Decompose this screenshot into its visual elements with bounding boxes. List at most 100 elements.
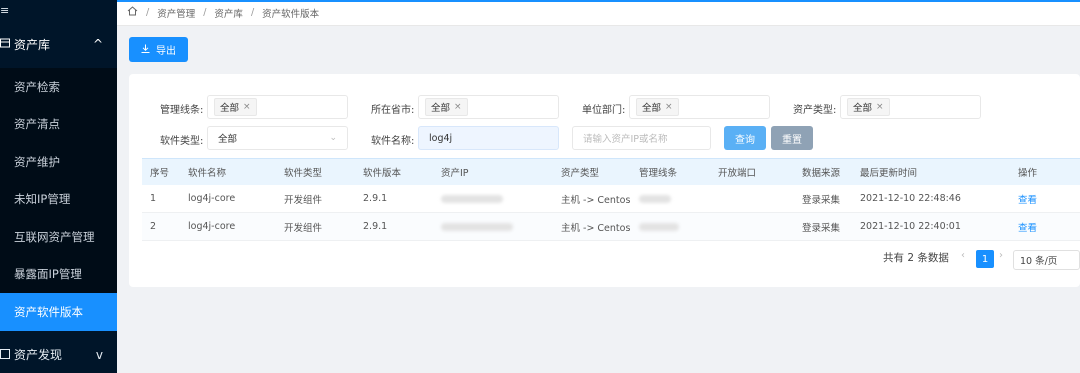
sidebar-item-label: 资产清点 [14, 117, 60, 132]
close-icon[interactable]: × [454, 102, 462, 112]
software-type-label: 软件类型: [160, 136, 204, 147]
sidebar-item-label: 未知IP管理 [14, 192, 71, 207]
col-header-last-updated: 最后更新时间 [860, 168, 918, 179]
sidebar-item-asset-maintenance[interactable]: 资产维护 [0, 143, 117, 181]
query-button[interactable]: 查询 [724, 126, 766, 150]
home-icon[interactable] [127, 6, 138, 19]
col-header-index: 序号 [150, 168, 170, 179]
cell-software-version: 2.9.1 [363, 193, 388, 204]
cell-management-line-redacted [639, 213, 679, 240]
sidebar-section-label: 资产库 [14, 37, 51, 52]
management-line-select[interactable]: 全部 × [207, 95, 348, 119]
cell-software-type: 开发组件 [284, 222, 323, 234]
sidebar-item-label: 资产检索 [14, 79, 60, 94]
cell-data-source: 登录采集 [802, 222, 841, 234]
breadcrumb-item-asset-management[interactable]: 资产管理 [157, 6, 195, 20]
view-link[interactable]: 查看 [1018, 185, 1037, 212]
cell-asset-type: 主机 -> Centos [561, 222, 631, 234]
software-type-value: 全部 [218, 134, 238, 145]
breadcrumb-item-asset-library[interactable]: 资产库 [214, 6, 243, 20]
sidebar-item-internet-assets[interactable]: 互联网资产管理 [0, 218, 117, 256]
chevron-down-icon: v [95, 347, 103, 362]
search-input[interactable]: 请输入资产IP或名称 [572, 126, 711, 150]
cell-asset-ip-redacted [441, 185, 503, 212]
cell-software-type: 开发组件 [284, 194, 323, 206]
province-city-label: 所在省市: [371, 105, 415, 116]
sidebar-item-exposure-ip[interactable]: 暴露面IP管理 [0, 255, 117, 293]
cell-asset-ip-redacted [441, 213, 513, 240]
col-header-management-line: 管理线条 [639, 168, 678, 179]
view-link[interactable]: 查看 [1018, 213, 1037, 240]
col-header-software-name: 软件名称 [188, 168, 227, 179]
sidebar-section-asset-library[interactable]: 资产库 ^ [0, 20, 117, 68]
chevron-down-icon: ⌄ [329, 133, 337, 143]
pagination-total: 共有 2 条数据 [883, 252, 949, 264]
table-row: 1 log4j-core 开发组件 2.9.1 主机 -> Centos 登录采… [142, 185, 1080, 213]
discovery-icon [0, 348, 10, 362]
asset-type-tag: 全部 × [847, 98, 890, 116]
menu-toggle-icon[interactable]: ≡ [0, 0, 117, 20]
cell-index: 2 [150, 221, 157, 232]
asset-type-label: 资产类型: [793, 105, 837, 116]
province-city-tag: 全部 × [425, 98, 468, 116]
sidebar-item-label: 资产维护 [14, 154, 60, 169]
department-label: 单位部门: [582, 105, 626, 116]
col-header-asset-type: 资产类型 [561, 168, 600, 179]
software-name-input[interactable]: log4j [418, 126, 559, 150]
software-name-value: log4j [429, 132, 453, 144]
export-button-label: 导出 [156, 46, 176, 57]
department-select[interactable]: 全部 × [629, 95, 770, 119]
close-icon[interactable]: × [876, 102, 884, 112]
close-icon[interactable]: × [243, 102, 251, 112]
cell-software-version: 2.9.1 [363, 221, 388, 232]
library-icon [0, 37, 10, 51]
sidebar-section-label: 资产发现 [14, 348, 63, 362]
col-header-software-version: 软件版本 [363, 168, 402, 179]
province-city-select[interactable]: 全部 × [418, 95, 559, 119]
cell-index: 1 [150, 193, 157, 204]
search-placeholder: 请输入资产IP或名称 [583, 134, 668, 145]
col-header-software-type: 软件类型 [284, 168, 323, 179]
chevron-left-icon[interactable]: ‹ [961, 250, 965, 261]
cell-last-updated: 2021-12-10 22:40:01 [860, 221, 961, 232]
software-name-label: 软件名称: [371, 136, 415, 147]
reset-button[interactable]: 重置 [771, 126, 813, 150]
sidebar-section-asset-discovery[interactable]: 资产发现 v [0, 331, 117, 373]
table-row: 2 log4j-core 开发组件 2.9.1 主机 -> Centos 登录采… [142, 213, 1080, 241]
sidebar: ≡ 资产库 ^ 资产检索 资产清点 资产维护 未知IP管理 互联网资产管理 暴露… [0, 0, 117, 373]
department-tag: 全部 × [636, 98, 679, 116]
cell-software-name: log4j-core [188, 193, 236, 204]
page-size-select[interactable]: 10 条/页 [1013, 250, 1080, 270]
sidebar-item-asset-inventory[interactable]: 资产清点 [0, 105, 117, 143]
management-line-tag: 全部 × [214, 98, 257, 116]
export-button[interactable]: 导出 [129, 37, 188, 62]
breadcrumb-separator: / [146, 7, 150, 18]
col-header-actions: 操作 [1018, 168, 1038, 179]
breadcrumb-item-current: 资产软件版本 [262, 8, 320, 20]
cell-software-name: log4j-core [188, 221, 236, 232]
col-header-open-ports: 开放端口 [718, 168, 757, 179]
close-icon[interactable]: × [665, 102, 673, 112]
sidebar-item-software-version[interactable]: 资产软件版本 [0, 293, 117, 331]
breadcrumb-separator: / [250, 7, 255, 18]
download-icon [141, 44, 150, 56]
cell-asset-type: 主机 -> Centos [561, 194, 631, 206]
chevron-up-icon: ^ [92, 37, 103, 51]
chevron-right-icon[interactable]: › [999, 250, 1003, 261]
col-header-data-source: 数据来源 [802, 168, 841, 179]
sidebar-item-asset-search[interactable]: 资产检索 [0, 68, 117, 106]
breadcrumb-separator: / [203, 7, 207, 18]
cell-last-updated: 2021-12-10 22:48:46 [860, 193, 961, 204]
software-type-select[interactable]: 全部 ⌄ [207, 126, 348, 150]
sidebar-item-label: 暴露面IP管理 [14, 267, 82, 282]
breadcrumb: / 资产管理 / 资产库 / 资产软件版本 [117, 0, 1080, 26]
sidebar-item-label: 资产软件版本 [14, 304, 83, 319]
pagination-page-1[interactable]: 1 [976, 250, 994, 268]
asset-type-select[interactable]: 全部 × [840, 95, 981, 119]
page-size-value: 10 条/页 [1020, 256, 1058, 267]
sidebar-item-unknown-ip[interactable]: 未知IP管理 [0, 180, 117, 218]
table-header: 序号 软件名称 软件类型 软件版本 资产IP 资产类型 管理线条 开放端口 数据… [142, 158, 1080, 185]
management-line-label: 管理线条: [160, 105, 204, 116]
top-accent-line [117, 0, 1080, 2]
cell-data-source: 登录采集 [802, 194, 841, 206]
